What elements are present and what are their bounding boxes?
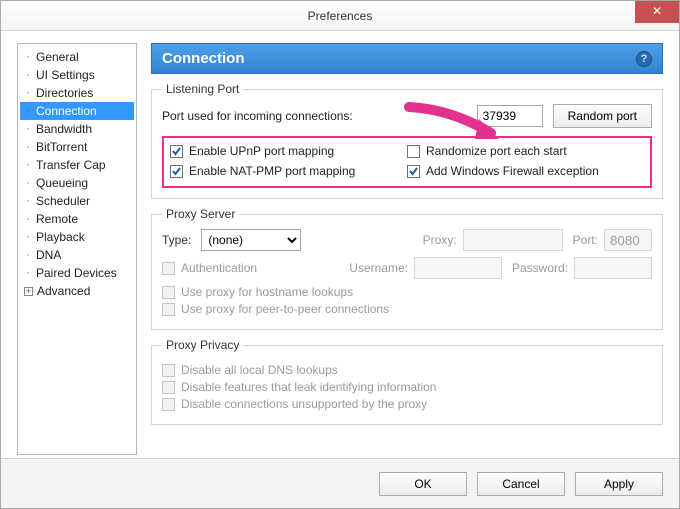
- tree-bullet-icon: ·: [24, 229, 32, 245]
- tree-label: Bandwidth: [36, 121, 92, 137]
- proxy-host-input: [463, 229, 563, 251]
- tree-bullet-icon: ·: [24, 103, 32, 119]
- incoming-port-label: Port used for incoming connections:: [162, 109, 467, 123]
- password-label: Password:: [512, 261, 568, 275]
- tree-bullet-icon: ·: [24, 121, 32, 137]
- disable-dns-label: Disable all local DNS lookups: [181, 363, 338, 377]
- tree-label: Playback: [36, 229, 85, 245]
- section-header: Connection ?: [151, 43, 663, 74]
- highlighted-options: Enable UPnP port mapping Randomize port …: [162, 136, 652, 188]
- tree-item-paired-devices[interactable]: ·Paired Devices: [20, 264, 134, 282]
- tree-label: Paired Devices: [36, 265, 117, 281]
- listening-port-group: Listening Port Port used for incoming co…: [151, 82, 663, 199]
- tree-item-queueing[interactable]: ·Queueing: [20, 174, 134, 192]
- proxy-p2p-checkbox: [162, 303, 175, 316]
- tree-bullet-icon: ·: [24, 175, 32, 191]
- natpmp-checkbox[interactable]: [170, 165, 183, 178]
- tree-label: Remote: [36, 211, 78, 227]
- randomize-label: Randomize port each start: [426, 144, 567, 158]
- proxy-server-group: Proxy Server Type: (none) Proxy: Port:: [151, 207, 663, 330]
- tree-item-ui-settings[interactable]: ·UI Settings: [20, 66, 134, 84]
- ok-button[interactable]: OK: [379, 472, 467, 496]
- tree-bullet-icon: ·: [24, 211, 32, 227]
- tree-label: UI Settings: [36, 67, 95, 83]
- proxy-type-select[interactable]: (none): [201, 229, 301, 251]
- proxy-port-label: Port:: [573, 233, 598, 247]
- natpmp-label: Enable NAT-PMP port mapping: [189, 164, 355, 178]
- tree-item-directories[interactable]: ·Directories: [20, 84, 134, 102]
- tree-label: Queueing: [36, 175, 88, 191]
- firewall-checkbox[interactable]: [407, 165, 420, 178]
- expand-icon[interactable]: +: [24, 287, 33, 296]
- tree-bullet-icon: ·: [24, 67, 32, 83]
- proxy-hostlookup-checkbox: [162, 286, 175, 299]
- proxy-hostlookup-label: Use proxy for hostname lookups: [181, 285, 353, 299]
- tree-label: Transfer Cap: [36, 157, 106, 173]
- password-input: [574, 257, 652, 279]
- tree-label: General: [36, 49, 79, 65]
- help-icon[interactable]: ?: [636, 51, 652, 67]
- window-title: Preferences: [308, 9, 373, 23]
- preferences-window: Preferences ✕ ·General ·UI Settings ·Dir…: [0, 0, 680, 509]
- tree-item-transfer-cap[interactable]: ·Transfer Cap: [20, 156, 134, 174]
- tree-bullet-icon: ·: [24, 265, 32, 281]
- titlebar: Preferences ✕: [1, 1, 679, 31]
- tree-label: DNA: [36, 247, 61, 263]
- tree-bullet-icon: ·: [24, 49, 32, 65]
- proxy-port-input: [604, 229, 652, 251]
- tree-label: Directories: [36, 85, 93, 101]
- random-port-button[interactable]: Random port: [553, 104, 652, 128]
- tree-item-bittorrent[interactable]: ·BitTorrent: [20, 138, 134, 156]
- cancel-button[interactable]: Cancel: [477, 472, 565, 496]
- username-input: [414, 257, 502, 279]
- tree-item-remote[interactable]: ·Remote: [20, 210, 134, 228]
- tree-bullet-icon: ·: [24, 193, 32, 209]
- tree-item-playback[interactable]: ·Playback: [20, 228, 134, 246]
- proxy-server-legend: Proxy Server: [162, 207, 239, 221]
- tree-item-dna[interactable]: ·DNA: [20, 246, 134, 264]
- randomize-checkbox[interactable]: [407, 145, 420, 158]
- firewall-label: Add Windows Firewall exception: [426, 164, 599, 178]
- close-button[interactable]: ✕: [635, 1, 679, 23]
- apply-button[interactable]: Apply: [575, 472, 663, 496]
- disable-leak-label: Disable features that leak identifying i…: [181, 380, 436, 394]
- tree-bullet-icon: ·: [24, 247, 32, 263]
- proxy-type-label: Type:: [162, 233, 191, 247]
- tree-item-advanced[interactable]: + Advanced: [20, 282, 134, 300]
- disable-leak-checkbox: [162, 381, 175, 394]
- disable-dns-checkbox: [162, 364, 175, 377]
- upnp-label: Enable UPnP port mapping: [189, 144, 334, 158]
- settings-panel: Connection ? Listening Port Port used fo…: [151, 43, 663, 455]
- auth-checkbox: [162, 262, 175, 275]
- proxy-host-label: Proxy:: [423, 233, 457, 247]
- tree-label: BitTorrent: [36, 139, 87, 155]
- proxy-privacy-legend: Proxy Privacy: [162, 338, 243, 352]
- tree-bullet-icon: ·: [24, 85, 32, 101]
- tree-item-connection[interactable]: ·Connection: [20, 102, 134, 120]
- disable-conn-checkbox: [162, 398, 175, 411]
- listening-port-legend: Listening Port: [162, 82, 243, 96]
- dialog-footer: OK Cancel Apply: [1, 458, 679, 508]
- username-label: Username:: [349, 261, 408, 275]
- upnp-checkbox[interactable]: [170, 145, 183, 158]
- category-tree[interactable]: ·General ·UI Settings ·Directories ·Conn…: [17, 43, 137, 455]
- tree-label: Advanced: [37, 283, 90, 299]
- tree-label: Scheduler: [36, 193, 90, 209]
- tree-bullet-icon: ·: [24, 157, 32, 173]
- tree-label: Connection: [36, 103, 97, 119]
- section-title: Connection: [162, 50, 245, 67]
- proxy-p2p-label: Use proxy for peer-to-peer connections: [181, 302, 389, 316]
- incoming-port-input[interactable]: [477, 105, 543, 127]
- tree-bullet-icon: ·: [24, 139, 32, 155]
- proxy-privacy-group: Proxy Privacy Disable all local DNS look…: [151, 338, 663, 425]
- auth-label: Authentication: [181, 261, 257, 275]
- tree-item-scheduler[interactable]: ·Scheduler: [20, 192, 134, 210]
- tree-item-bandwidth[interactable]: ·Bandwidth: [20, 120, 134, 138]
- disable-conn-label: Disable connections unsupported by the p…: [181, 397, 427, 411]
- tree-item-general[interactable]: ·General: [20, 48, 134, 66]
